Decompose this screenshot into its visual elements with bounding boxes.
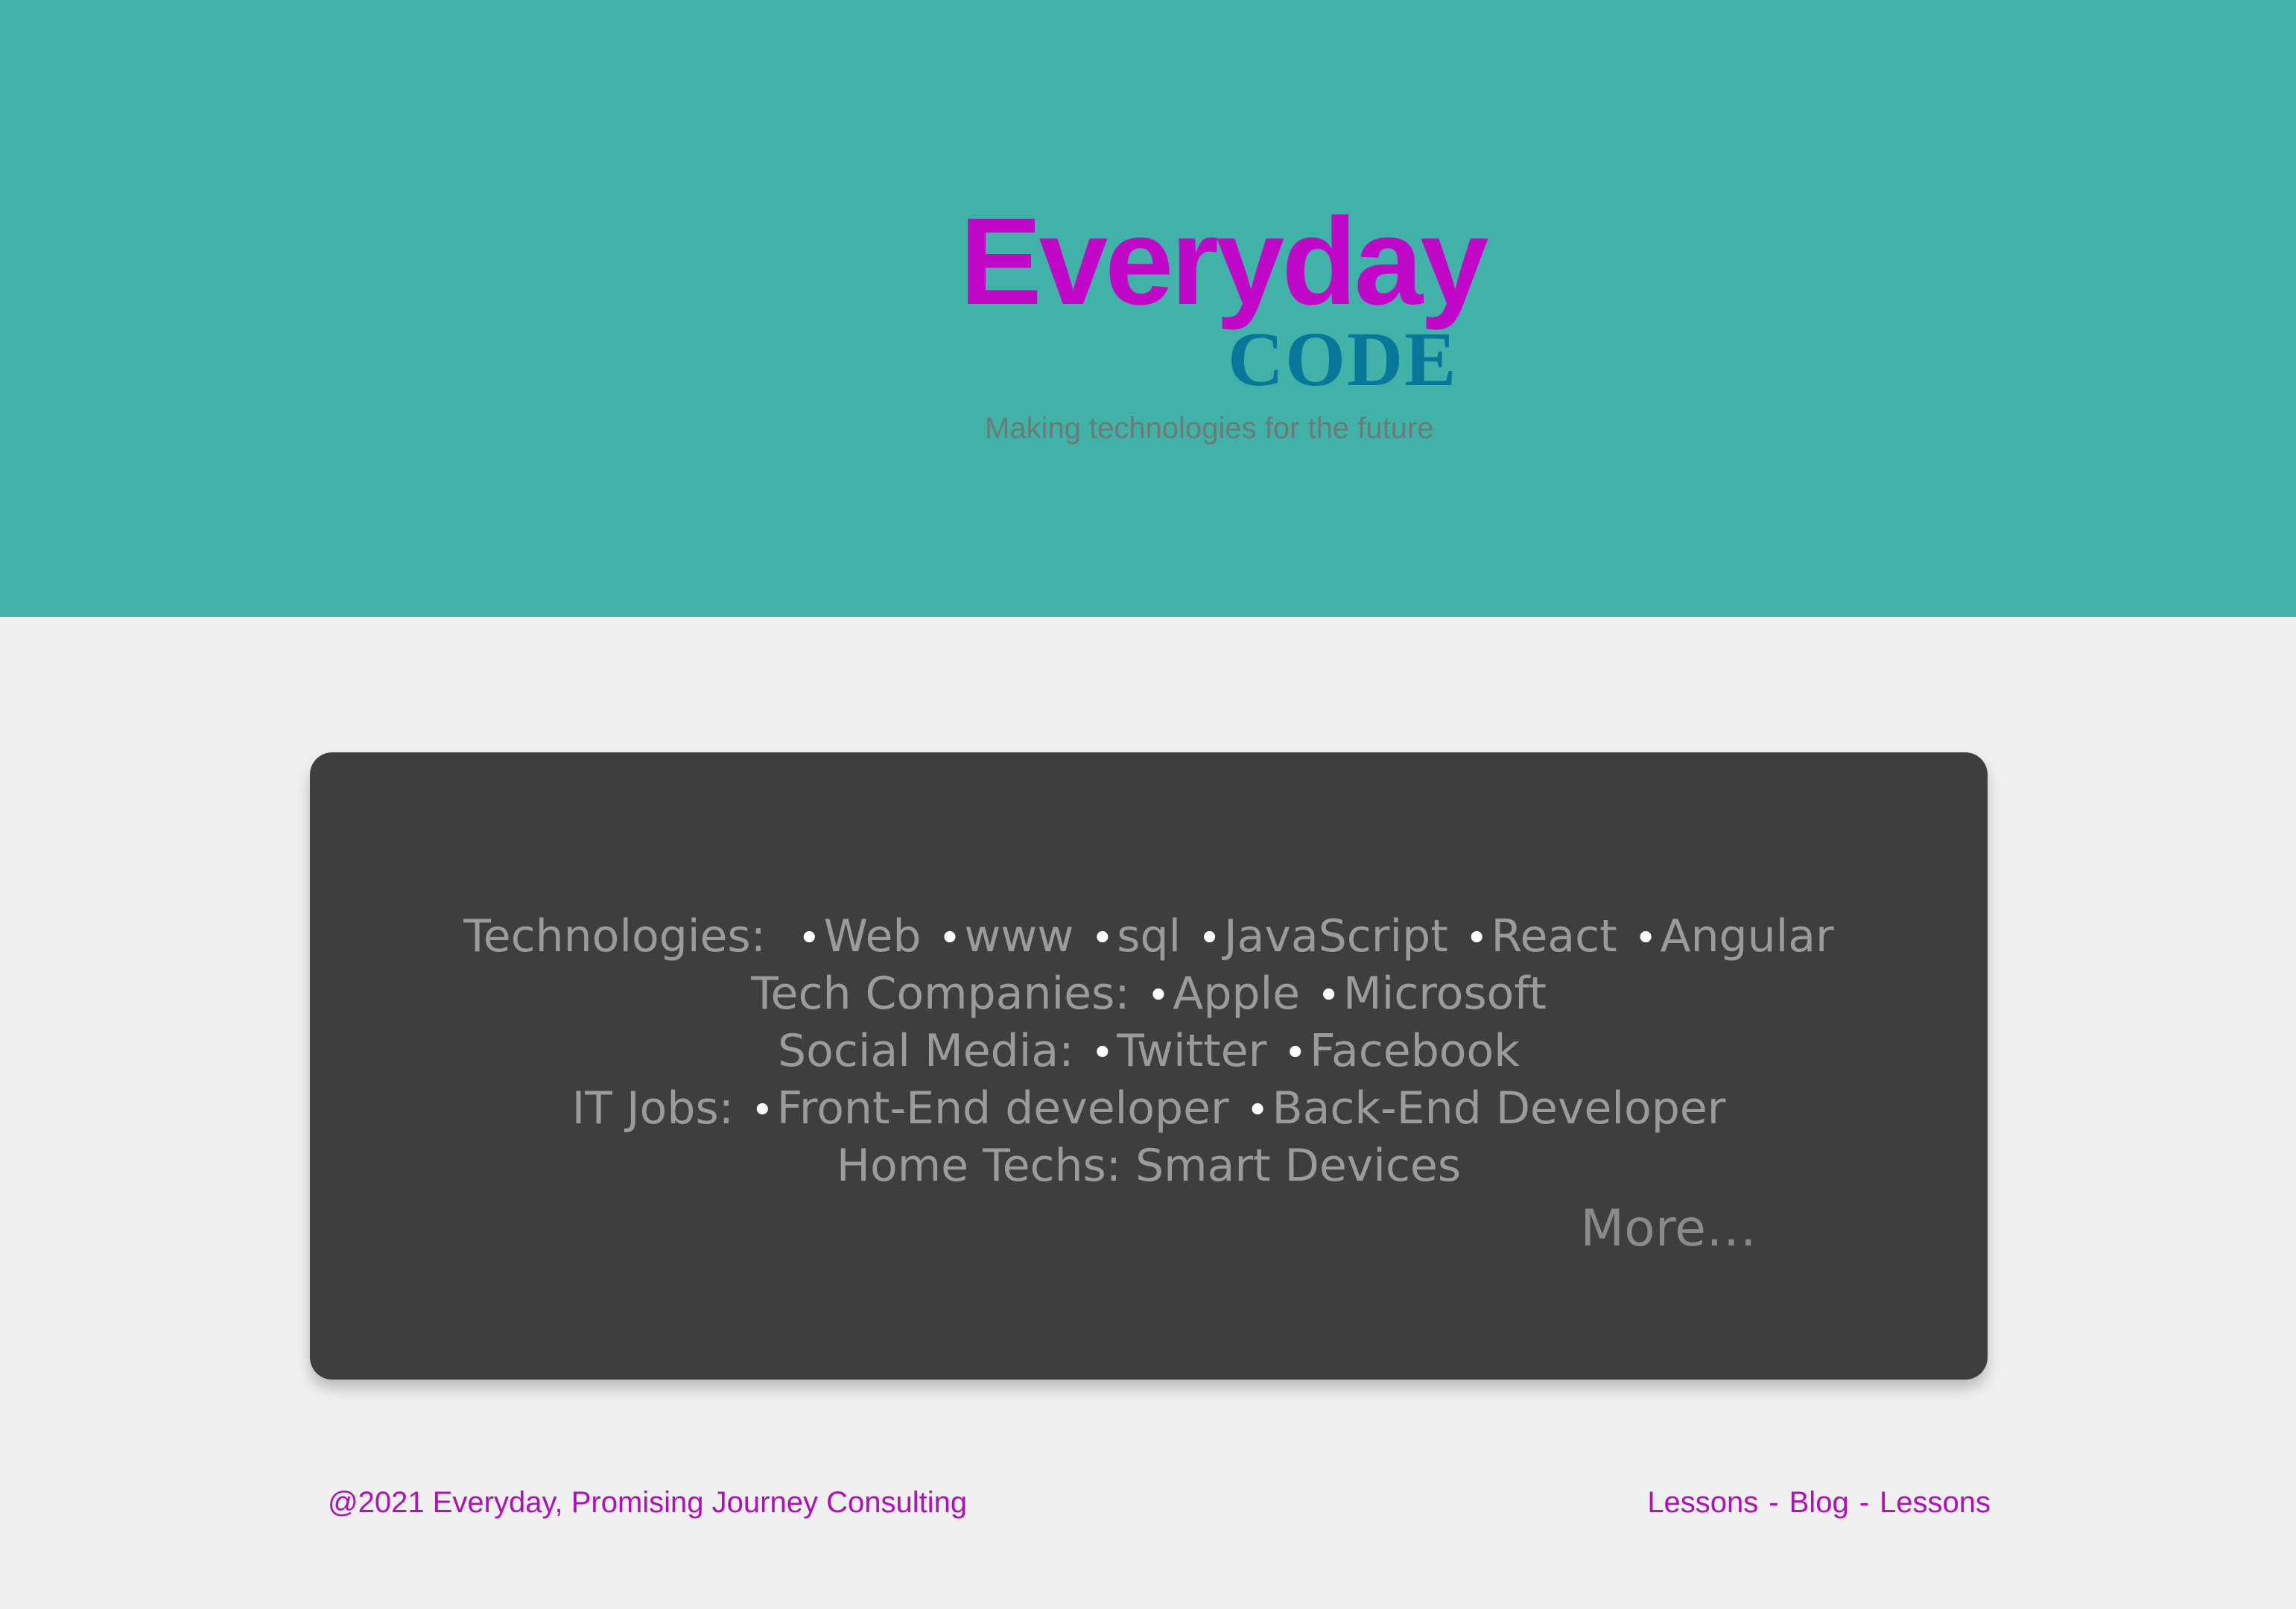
bullet-icon: • — [1091, 1031, 1114, 1076]
bullet-icon: • — [1246, 1088, 1269, 1133]
topic-line-tech-companies: Tech Companies: •Apple •Microsoft — [310, 966, 1988, 1024]
tagline: Making technologies for the future — [985, 412, 1434, 445]
logo-wordmark: Everyday — [960, 193, 1488, 331]
logo-subtitle: CODE — [1228, 317, 1458, 402]
bullet-icon: • — [1284, 1031, 1307, 1076]
topic-item[interactable]: www — [964, 910, 1074, 962]
copyright-text: @2021 Everyday, Promising Journey Consul… — [328, 1486, 968, 1519]
topic-item[interactable]: sql — [1117, 910, 1181, 962]
footer-link-lessons[interactable]: Lessons — [1880, 1486, 1991, 1519]
topic-line-home-techs: Home Techs: Smart Devices — [310, 1138, 1988, 1193]
bullet-icon: • — [751, 1088, 774, 1133]
topic-label: Home Techs: Smart Devices — [836, 1140, 1462, 1192]
footer-link-lessons[interactable]: Lessons — [1647, 1486, 1758, 1519]
bullet-icon: • — [1091, 916, 1114, 961]
topic-label: IT Jobs: — [571, 1082, 734, 1134]
topic-item[interactable]: Facebook — [1310, 1025, 1520, 1077]
topic-item[interactable]: Angular — [1660, 910, 1833, 962]
topic-line-technologies: Technologies: •Web •www •sql •JavaScript… — [310, 909, 1988, 966]
topics-panel: Technologies: •Web •www •sql •JavaScript… — [310, 752, 1988, 1380]
bullet-icon: • — [938, 916, 962, 961]
footer-nav: Lessons - Blog - Lessons — [1647, 1484, 1991, 1521]
topic-item[interactable]: Back-End Developer — [1272, 1082, 1725, 1134]
topic-label: Social Media: — [778, 1025, 1074, 1077]
topic-item[interactable]: Web — [824, 910, 922, 962]
topic-line-it-jobs: IT Jobs: •Front-End developer •Back-End … — [310, 1081, 1988, 1138]
topics-list: Technologies: •Web •www •sql •JavaScript… — [310, 909, 1988, 1193]
bullet-icon: • — [1317, 974, 1340, 1018]
hero-banner: Everyday CODE Making technologies for th… — [0, 0, 2296, 617]
footer-link-blog[interactable]: Blog — [1789, 1486, 1849, 1519]
bullet-icon: • — [1198, 916, 1221, 961]
topic-label: Tech Companies: — [751, 968, 1130, 1020]
more-link[interactable]: More… — [1580, 1199, 1757, 1259]
topic-item[interactable]: JavaScript — [1224, 910, 1448, 962]
bullet-icon: • — [1147, 974, 1170, 1018]
topic-item[interactable]: React — [1491, 910, 1617, 962]
bullet-icon: • — [1634, 916, 1658, 961]
topic-label: Technologies: — [463, 910, 766, 962]
topic-item[interactable]: Front-End developer — [777, 1082, 1229, 1134]
topic-item[interactable]: Microsoft — [1343, 968, 1547, 1020]
topic-item[interactable]: Apple — [1173, 968, 1300, 1020]
footer-separator: - — [1859, 1486, 1870, 1519]
footer-separator: - — [1769, 1486, 1779, 1519]
bullet-icon: • — [798, 916, 821, 961]
topic-line-social-media: Social Media: •Twitter •Facebook — [310, 1024, 1988, 1081]
bullet-icon: • — [1465, 916, 1488, 961]
topic-item[interactable]: Twitter — [1117, 1025, 1266, 1077]
